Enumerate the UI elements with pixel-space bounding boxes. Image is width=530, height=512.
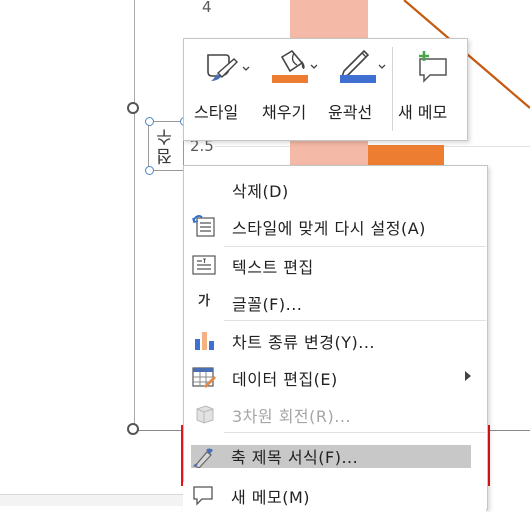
menu-item-delete[interactable]: 삭제(D) bbox=[184, 170, 487, 207]
status-strip bbox=[0, 494, 183, 506]
new-memo-icon bbox=[419, 51, 447, 83]
outline-color-bar bbox=[340, 75, 376, 83]
font-icon: 가 bbox=[198, 294, 210, 309]
selection-handle[interactable] bbox=[127, 102, 139, 114]
menu-item-edit-data[interactable]: 데이터 편집(E) bbox=[184, 358, 487, 395]
fill-label: 채우기 bbox=[262, 103, 307, 122]
title-handle[interactable] bbox=[145, 117, 154, 126]
new-memo-icon bbox=[193, 486, 213, 506]
menu-item-3d-rotation: 3차원 회전(R)... bbox=[184, 395, 487, 432]
menu-item-label: 텍스트 편집 bbox=[232, 258, 314, 277]
y-tick-label: 4 bbox=[202, 0, 212, 16]
new-memo-label: 새 메모 bbox=[398, 103, 448, 122]
toolbar-separator bbox=[392, 47, 393, 131]
menu-item-label: 글꼴(F)... bbox=[232, 295, 303, 314]
outline-button[interactable]: 윤곽선 bbox=[324, 39, 392, 140]
menu-item-font[interactable]: 가 글꼴(F)... bbox=[184, 283, 487, 320]
reset-style-icon bbox=[192, 215, 215, 237]
menu-item-label: 차트 종류 변경(Y)... bbox=[232, 333, 376, 352]
menu-item-format-axis-title[interactable]: 축 제목 서식(F)... bbox=[183, 438, 486, 475]
title-handle[interactable] bbox=[145, 166, 154, 175]
fill-color-bar bbox=[272, 75, 308, 83]
menu-item-reset-style[interactable]: 스타일에 맞게 다시 설정(A) bbox=[184, 207, 487, 244]
format-axis-title-icon bbox=[193, 448, 213, 468]
style-button[interactable]: 스타일 bbox=[184, 39, 256, 140]
menu-item-change-chart-type[interactable]: 차트 종류 변경(Y)... bbox=[184, 321, 487, 358]
chart-type-icon bbox=[195, 332, 214, 350]
selection-handle[interactable] bbox=[127, 423, 139, 435]
edit-data-icon bbox=[192, 367, 216, 388]
3d-rotation-icon bbox=[196, 405, 214, 424]
menu-item-new-memo[interactable]: 새 메모(M) bbox=[183, 482, 486, 512]
menu-item-label: 3차원 회전(R)... bbox=[232, 407, 352, 426]
menu-item-label: 삭제(D) bbox=[232, 182, 289, 201]
new-memo-button[interactable]: 새 메모 bbox=[394, 39, 468, 140]
fill-bucket-icon bbox=[272, 49, 318, 83]
mini-toolbar: 스타일 채우기 윤곽선 새 메모 bbox=[183, 38, 468, 141]
pen-outline-icon bbox=[340, 49, 386, 83]
style-icon bbox=[207, 54, 250, 81]
menu-item-label: 스타일에 맞게 다시 설정(A) bbox=[232, 219, 426, 238]
outline-label: 윤곽선 bbox=[328, 103, 373, 122]
menu-divider bbox=[224, 432, 486, 433]
style-label: 스타일 bbox=[194, 103, 239, 122]
axis-title[interactable]: 점수 bbox=[149, 122, 183, 170]
menu-item-label: 축 제목 서식(F)... bbox=[231, 448, 359, 467]
menu-item-label: 데이터 편집(E) bbox=[232, 370, 338, 389]
fill-button[interactable]: 채우기 bbox=[256, 39, 324, 140]
menu-item-label: 새 메모(M) bbox=[231, 488, 311, 507]
edit-text-icon bbox=[192, 255, 216, 275]
submenu-arrow-icon bbox=[465, 371, 471, 381]
menu-item-edit-text[interactable]: 텍스트 편집 bbox=[184, 246, 487, 283]
